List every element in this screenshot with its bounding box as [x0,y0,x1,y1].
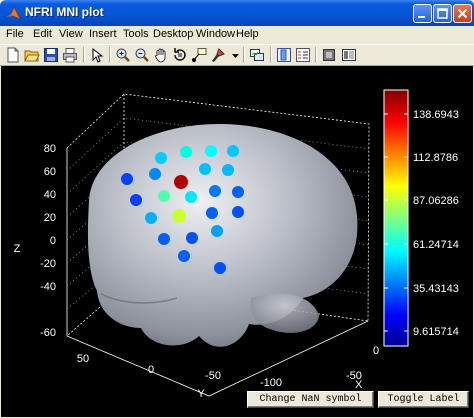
menu-tools[interactable]: Tools [123,28,149,40]
channel-marker [205,145,217,157]
menu-file[interactable]: File [6,28,24,40]
z-tick-label: -60 [40,327,56,339]
channel-marker [199,163,211,175]
channel-marker [222,164,234,176]
menu-desktop[interactable]: Desktop [153,28,193,40]
channel-marker [232,186,244,198]
open-file-icon[interactable] [24,47,40,63]
toolbar-separator [109,47,111,63]
pan-hand-icon[interactable] [153,47,169,63]
link-icon[interactable] [249,47,265,63]
figure-canvas[interactable]: 80 60 40 20 0 -20 -40 -60 Z 50 0 -50 -10… [1,66,473,417]
channel-marker [155,152,167,164]
matlab-figure-window: NFRI MNI plot File Edit View Insert Tool… [0,0,474,418]
toolbar-separator [315,47,317,63]
channel-marker [174,175,188,189]
brush-dropdown-icon[interactable] [228,47,244,63]
colorbar-tick-label: 9.615714 [413,326,459,338]
menu-insert[interactable]: Insert [89,28,117,40]
figure-toolbar [0,44,474,66]
channel-marker [232,206,244,218]
toolbar-separator [270,47,272,63]
channel-marker [145,212,157,224]
channel-marker [158,190,170,202]
channel-marker [227,145,239,157]
zoom-out-icon[interactable] [134,47,150,63]
channel-marker [211,225,223,237]
maximize-icon [437,8,448,19]
close-button[interactable] [453,4,472,23]
channel-marker [185,191,197,203]
y-axis-label: Y [197,388,205,400]
print-icon[interactable] [62,47,78,63]
change-nan-symbol-button[interactable]: Change NaN symbol [247,391,374,408]
colorbar-tick-label: 61.24714 [413,239,459,251]
channel-marker [172,209,186,223]
channel-marker [178,250,190,262]
x-tick-label: 0 [373,345,379,357]
y-tick-label: 50 [77,353,89,365]
maximize-button[interactable] [433,4,452,23]
z-tick-label: 0 [50,235,56,247]
toolbar-separator [243,47,245,63]
close-icon [457,8,468,19]
x-axis-label: X [355,379,363,391]
z-tick-label: -40 [40,281,56,293]
channel-marker [214,262,226,274]
z-axis-label: Z [14,243,21,255]
z-tick-label: -20 [40,258,56,270]
y-tick-label: 0 [148,364,154,376]
channel-marker [158,233,170,245]
channel-marker [186,232,198,244]
menu-view[interactable]: View [59,28,83,40]
toggle-label-button[interactable]: Toggle Label [378,391,469,408]
menu-bar: File Edit View Insert Tools Desktop Wind… [0,26,474,44]
rotate-3d-icon[interactable] [172,47,188,63]
insert-colorbar-icon[interactable] [276,47,292,63]
colorbar[interactable]: 138.6943 112.8786 87.06286 61.24714 35.4… [383,89,459,347]
save-icon[interactable] [43,47,59,63]
new-figure-icon[interactable] [5,47,21,63]
y-tick-label: -100 [260,377,282,389]
select-arrow-icon[interactable] [89,47,105,63]
zoom-in-icon[interactable] [115,47,131,63]
brush-icon[interactable] [210,47,226,63]
colorbar-tick-label: 35.43143 [413,283,459,295]
colorbar-tick-label: 138.6943 [413,109,459,121]
matlab-logo-icon [5,6,21,20]
y-tick-label: -50 [205,370,221,382]
z-tick-label: 40 [44,189,56,201]
channel-marker [180,146,192,158]
channel-marker [206,207,218,219]
menu-help[interactable]: Help [236,28,259,40]
menu-edit[interactable]: Edit [33,28,52,40]
data-cursor-icon[interactable] [191,47,207,63]
channel-marker [121,173,133,185]
channel-marker [209,185,221,197]
z-tick-label: 60 [44,166,56,178]
channel-marker [130,194,142,206]
menu-window[interactable]: Window [196,28,235,40]
channel-marker [149,168,161,180]
hide-plot-tools-icon[interactable] [321,47,337,63]
z-axis: 80 60 40 20 0 -20 -40 -60 Z [14,143,56,339]
insert-legend-icon[interactable] [295,47,311,63]
show-plot-tools-icon[interactable] [341,47,357,63]
colorbar-tick-label: 87.06286 [413,195,459,207]
brain-3d-axes[interactable]: 80 60 40 20 0 -20 -40 -60 Z 50 0 -50 -10… [1,66,473,417]
title-bar[interactable]: NFRI MNI plot [0,0,474,26]
colorbar-tick-label: 112.8786 [413,152,458,164]
minimize-icon [418,16,425,18]
window-title: NFRI MNI plot [25,5,104,19]
minimize-button[interactable] [413,4,432,23]
z-tick-label: 20 [44,212,56,224]
brain-surface [87,124,358,347]
toolbar-separator [83,47,85,63]
z-tick-label: 80 [44,143,56,155]
